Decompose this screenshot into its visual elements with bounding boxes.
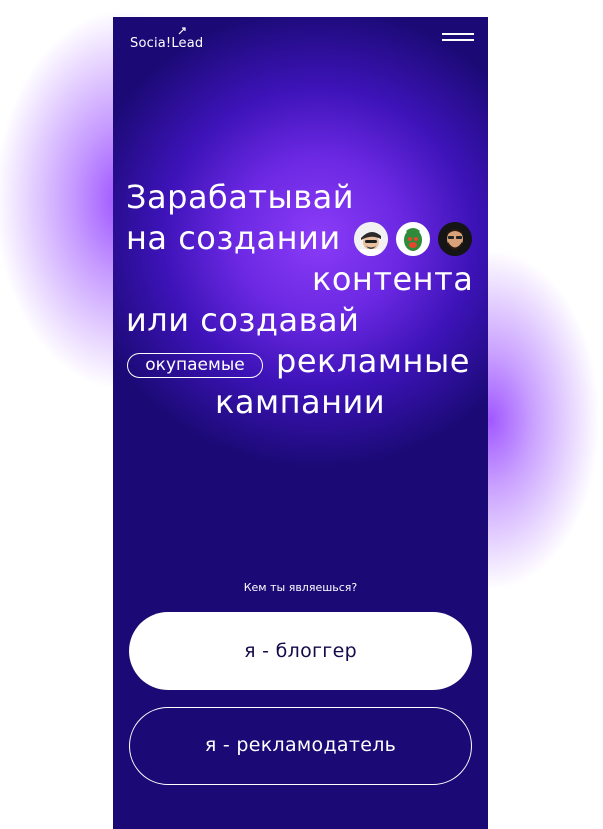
advertiser-button[interactable]: я - рекламодатель [129, 707, 472, 785]
menu-line [442, 39, 474, 41]
hero-line: Зарабатывай [126, 178, 355, 216]
hero-line: или создавай [126, 301, 360, 339]
hero-line: рекламные [276, 342, 470, 380]
hero-line: контента [312, 260, 474, 298]
menu-line [442, 33, 474, 35]
mobile-screen: Socia!Lead Зарабатывай на создании конте… [113, 17, 488, 829]
blogger-button[interactable]: я - блоггер [129, 612, 472, 690]
role-question: Кем ты являешься? [243, 581, 358, 594]
logo-text: Socia!Lead [130, 36, 204, 51]
avatar-icon [354, 222, 388, 256]
hero-line: кампании [215, 383, 386, 421]
logo[interactable]: Socia!Lead [130, 27, 204, 51]
avatar-icon [396, 222, 431, 256]
logo-tick-icon [178, 27, 186, 35]
avatar-group [354, 222, 475, 258]
avatar-icon [438, 222, 473, 256]
highlight-pill: окупаемые [127, 353, 263, 378]
hamburger-menu-icon[interactable] [442, 31, 474, 45]
hero-line: на создании [126, 219, 341, 257]
